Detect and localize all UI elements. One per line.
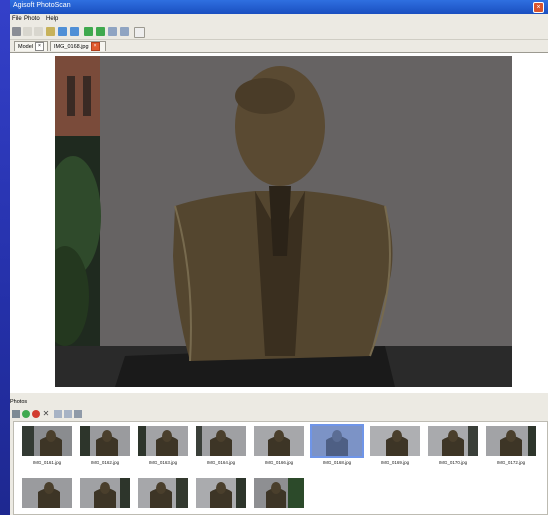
tab-model[interactable]: Model × [14, 41, 48, 52]
open-icon[interactable] [12, 27, 21, 36]
photo-thumbnail[interactable] [22, 426, 72, 456]
photo-thumbnail[interactable] [138, 478, 188, 508]
redo-icon[interactable] [34, 27, 43, 36]
photo-caption: IMG_0169.jpg [380, 460, 410, 465]
photo-viewer[interactable] [10, 52, 548, 393]
close-tab-icon[interactable]: × [34, 42, 44, 52]
close-tab-icon[interactable]: × [90, 42, 100, 52]
brush-icon[interactable] [46, 27, 55, 36]
close-icon[interactable]: × [533, 2, 544, 13]
main-toolbar [10, 25, 548, 40]
add-mask-icon[interactable] [96, 27, 105, 36]
photo-caption: IMG_0168.jpg [322, 460, 352, 465]
zoom-in-icon[interactable] [108, 27, 117, 36]
photo-thumbnail[interactable] [486, 426, 536, 456]
photo-caption: IMG_0162.jpg [90, 460, 120, 465]
menu-bar: File Photo Help [10, 14, 548, 25]
bust-photo [55, 56, 512, 387]
desktop-background [0, 0, 10, 515]
photo-thumbnail[interactable] [80, 426, 130, 456]
tab-photo[interactable]: IMG_0168.jpg × [50, 41, 106, 52]
photo-thumbnail[interactable] [254, 478, 304, 508]
photo-caption: IMG_0166.jpg [264, 460, 294, 465]
photo-thumbnail[interactable] [138, 426, 188, 456]
menu-photo[interactable]: Photo [24, 16, 40, 22]
zoom-in-icon[interactable] [54, 410, 62, 418]
photo-thumbnail[interactable] [196, 426, 246, 456]
photo-thumbnail-strip[interactable]: IMG_0161.jpg IMG_0162.jpg IMG_0163.jpg I… [13, 421, 548, 515]
photo-thumbnail[interactable] [428, 426, 478, 456]
photo-thumbnail[interactable] [196, 478, 246, 508]
tab-model-label: Model [18, 44, 33, 50]
disable-icon[interactable] [32, 410, 40, 418]
photo-thumbnail[interactable] [254, 426, 304, 456]
photo-thumbnail[interactable] [80, 478, 130, 508]
photo-thumbnail[interactable] [22, 478, 72, 508]
menu-help[interactable]: Help [46, 16, 58, 22]
mask-icon[interactable] [84, 27, 93, 36]
document-tabs: Model × IMG_0168.jpg × [10, 40, 548, 52]
enable-icon[interactable] [22, 410, 30, 418]
photos-toolbar: ✕ [10, 409, 548, 420]
menu-file[interactable]: File [12, 16, 22, 22]
details-icon[interactable] [74, 410, 82, 418]
rotate-left-icon[interactable] [58, 27, 67, 36]
application-window: Agisoft PhotoScan × File Photo Help Mode… [10, 0, 548, 515]
tab-photo-label: IMG_0168.jpg [54, 44, 89, 50]
photos-panel-title: Photos [10, 399, 28, 405]
fit-icon[interactable] [134, 27, 145, 38]
photo-caption: IMG_0161.jpg [32, 460, 62, 465]
undo-icon[interactable] [23, 27, 32, 36]
rotate-right-icon[interactable] [70, 27, 79, 36]
photo-thumbnail[interactable] [370, 426, 420, 456]
photo-thumbnail-selected[interactable] [310, 424, 364, 458]
window-title: Agisoft PhotoScan [13, 2, 71, 9]
photo-caption: IMG_0172.jpg [496, 460, 526, 465]
photo-caption: IMG_0164.jpg [206, 460, 236, 465]
zoom-out-icon[interactable] [120, 27, 129, 36]
photo-caption: IMG_0170.jpg [438, 460, 468, 465]
add-photos-icon[interactable] [12, 410, 20, 418]
photo-caption: IMG_0163.jpg [148, 460, 178, 465]
remove-icon[interactable]: ✕ [42, 410, 50, 418]
zoom-out-icon[interactable] [64, 410, 72, 418]
title-bar: Agisoft PhotoScan × [10, 0, 548, 14]
